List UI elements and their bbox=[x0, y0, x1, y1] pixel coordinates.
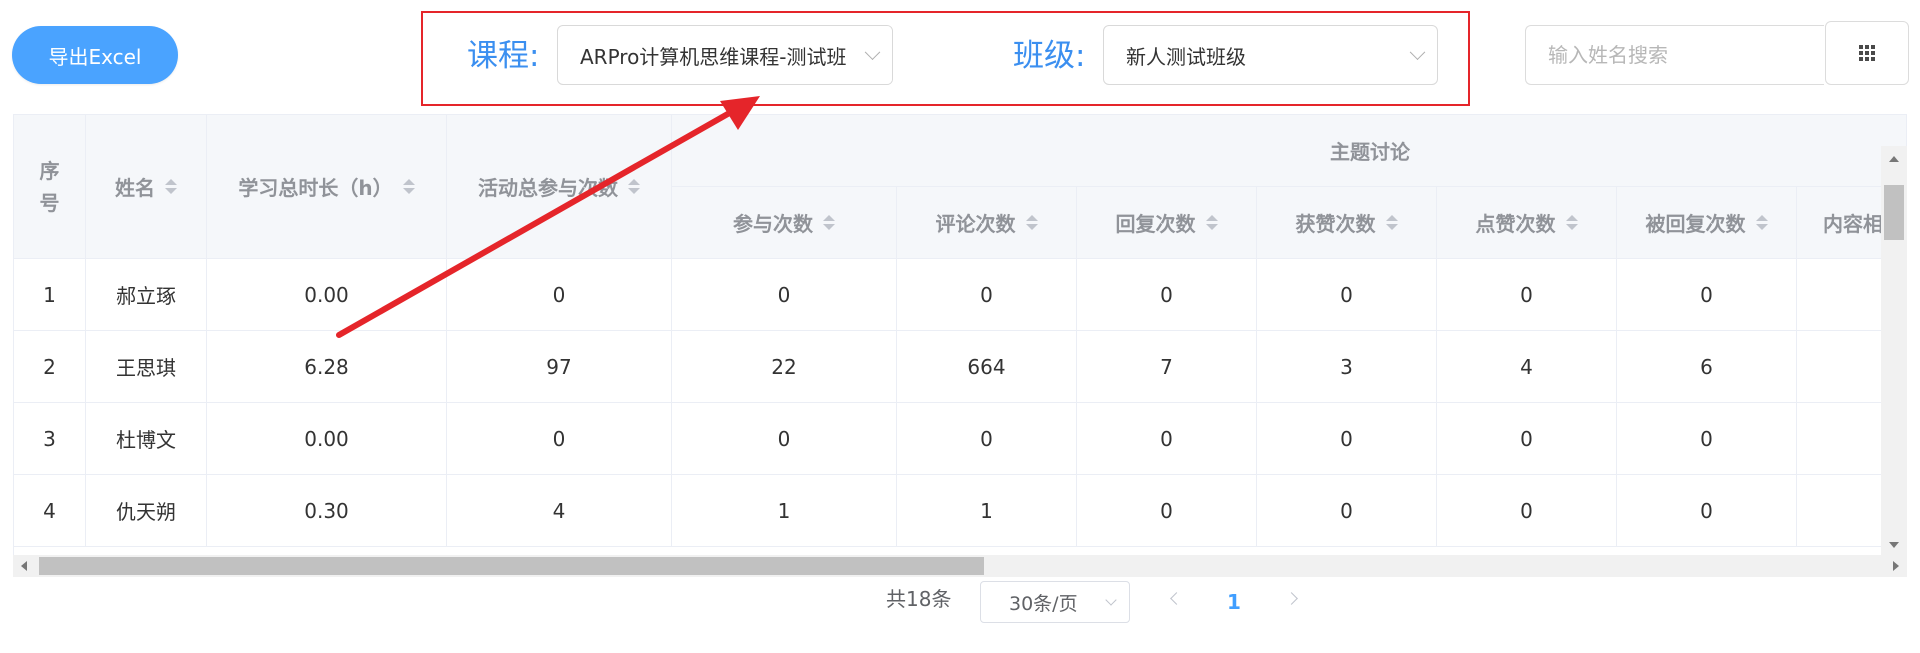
table-cell-replies: 7 bbox=[1077, 331, 1257, 403]
sort-icon[interactable] bbox=[1755, 215, 1768, 230]
header-likes-received[interactable]: 获赞次数 bbox=[1257, 187, 1437, 259]
table-cell-replied-to: 0 bbox=[1617, 259, 1797, 331]
sort-icon[interactable] bbox=[1565, 215, 1578, 230]
next-page-icon[interactable] bbox=[1285, 592, 1298, 605]
table-cell-hours: 0.30 bbox=[207, 475, 447, 547]
course-select[interactable]: ARPro计算机思维课程-测试班 bbox=[557, 25, 893, 85]
table-cell-comments: 1 bbox=[897, 475, 1077, 547]
table-cell-likes-received: 0 bbox=[1257, 475, 1437, 547]
table-cell-likes-given: 4 bbox=[1437, 331, 1617, 403]
page-size-select[interactable]: 30条/页 bbox=[980, 581, 1130, 623]
table-cell-hours: 0.00 bbox=[207, 259, 447, 331]
table-cell-comments: 664 bbox=[897, 331, 1077, 403]
table-cell-likes-received: 3 bbox=[1257, 331, 1437, 403]
table-cell-replied-to: 6 bbox=[1617, 331, 1797, 403]
course-select-value: ARPro计算机思维课程-测试班 bbox=[580, 44, 847, 69]
table-cell-likes-received: 0 bbox=[1257, 259, 1437, 331]
sort-icon[interactable] bbox=[1385, 215, 1398, 230]
scroll-up-icon[interactable] bbox=[1889, 156, 1899, 162]
course-label: 课程: bbox=[467, 38, 540, 74]
table-cell-hours: 6.28 bbox=[207, 331, 447, 403]
table-cell-name: 杜博文 bbox=[86, 403, 207, 475]
pagination-total: 共18条 bbox=[886, 587, 952, 611]
table-cell-index: 3 bbox=[14, 403, 86, 475]
header-index: 序号 bbox=[14, 115, 86, 259]
table-cell-likes-given: 0 bbox=[1437, 475, 1617, 547]
table-cell-likes-given: 0 bbox=[1437, 259, 1617, 331]
chevron-down-icon bbox=[1409, 44, 1426, 61]
vertical-scrollbar[interactable] bbox=[1881, 146, 1907, 556]
table-cell-activity: 4 bbox=[447, 475, 672, 547]
table-cell-index: 2 bbox=[14, 331, 86, 403]
header-replies[interactable]: 回复次数 bbox=[1077, 187, 1257, 259]
data-table: 序号 姓名 学习总时长（h） 活动总参与次数 主题讨论 参与次数 评论次数 回复… bbox=[13, 114, 1907, 577]
table-cell-participate: 1 bbox=[672, 475, 897, 547]
table-cell-likes-received: 0 bbox=[1257, 403, 1437, 475]
horizontal-scrollbar[interactable] bbox=[13, 555, 1907, 577]
header-participate[interactable]: 参与次数 bbox=[672, 187, 897, 259]
sort-icon[interactable] bbox=[823, 215, 835, 230]
class-label: 班级: bbox=[1013, 38, 1086, 74]
table-cell-likes-given: 0 bbox=[1437, 403, 1617, 475]
table-cell-activity: 97 bbox=[447, 331, 672, 403]
class-select-value: 新人测试班级 bbox=[1126, 44, 1246, 69]
export-excel-button[interactable]: 导出Excel bbox=[12, 26, 178, 84]
grid-icon bbox=[1859, 45, 1875, 61]
table-cell-replies: 0 bbox=[1077, 259, 1257, 331]
scroll-left-icon[interactable] bbox=[21, 561, 27, 571]
table-cell-participate: 0 bbox=[672, 403, 897, 475]
table-cell-participate: 22 bbox=[672, 331, 897, 403]
prev-page-icon[interactable] bbox=[1170, 592, 1183, 605]
table-cell-activity: 0 bbox=[447, 403, 672, 475]
sort-icon[interactable] bbox=[1205, 215, 1218, 230]
page-number-current[interactable]: 1 bbox=[1221, 590, 1247, 614]
sort-icon[interactable] bbox=[402, 179, 415, 194]
page-size-value: 30条/页 bbox=[1009, 592, 1078, 615]
header-study-hours[interactable]: 学习总时长（h） bbox=[207, 115, 447, 259]
header-name[interactable]: 姓名 bbox=[86, 115, 207, 259]
table-cell-name: 仇天朔 bbox=[86, 475, 207, 547]
column-settings-button[interactable] bbox=[1825, 21, 1909, 85]
horizontal-scroll-thumb[interactable] bbox=[39, 557, 984, 575]
table-cell-replied-to: 0 bbox=[1617, 403, 1797, 475]
header-comments[interactable]: 评论次数 bbox=[897, 187, 1077, 259]
table-cell-name: 郝立琢 bbox=[86, 259, 207, 331]
table-cell-replies: 0 bbox=[1077, 475, 1257, 547]
table-cell-index: 4 bbox=[14, 475, 86, 547]
table-cell-comments: 0 bbox=[897, 259, 1077, 331]
table-cell-participate: 0 bbox=[672, 259, 897, 331]
class-select[interactable]: 新人测试班级 bbox=[1103, 25, 1438, 85]
scroll-down-icon[interactable] bbox=[1889, 542, 1899, 548]
scroll-right-icon[interactable] bbox=[1893, 561, 1899, 571]
sort-icon[interactable] bbox=[1025, 215, 1038, 230]
table-cell-activity: 0 bbox=[447, 259, 672, 331]
header-replied-to[interactable]: 被回复次数 bbox=[1617, 187, 1797, 259]
table-cell-replies: 0 bbox=[1077, 403, 1257, 475]
name-search-input[interactable] bbox=[1525, 25, 1824, 85]
table-cell-index: 1 bbox=[14, 259, 86, 331]
vertical-scroll-thumb[interactable] bbox=[1884, 185, 1904, 240]
header-activity-total[interactable]: 活动总参与次数 bbox=[447, 115, 672, 259]
sort-icon[interactable] bbox=[165, 179, 177, 194]
table-cell-replied-to: 0 bbox=[1617, 475, 1797, 547]
table-cell-name: 王思琪 bbox=[86, 331, 207, 403]
table-cell-comments: 0 bbox=[897, 403, 1077, 475]
table-cell-hours: 0.00 bbox=[207, 403, 447, 475]
chevron-down-icon bbox=[1105, 594, 1117, 606]
header-likes-given[interactable]: 点赞次数 bbox=[1437, 187, 1617, 259]
sort-icon[interactable] bbox=[628, 179, 640, 194]
header-group-discussion: 主题讨论 bbox=[672, 115, 1906, 187]
